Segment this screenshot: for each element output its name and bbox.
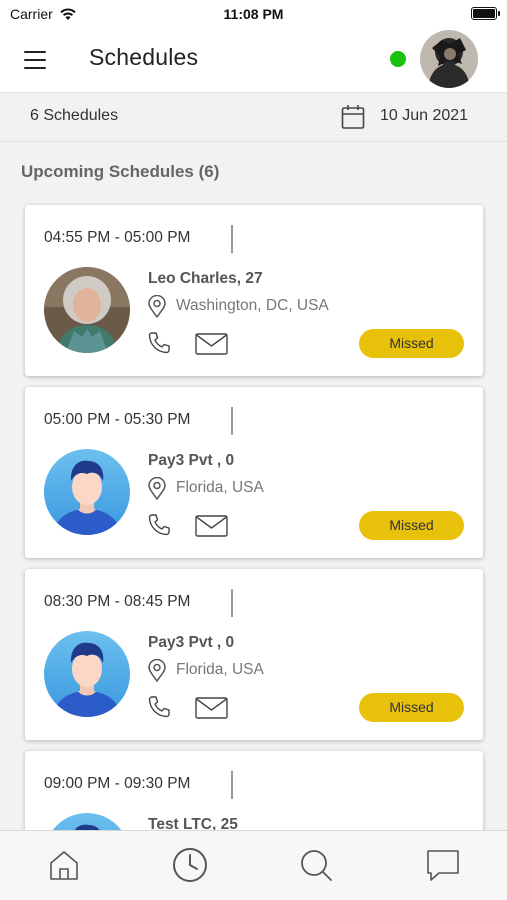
home-icon[interactable] [46, 847, 82, 883]
summary-bar: 6 Schedules 10 Jun 2021 [0, 94, 507, 142]
status-time: 11:08 PM [223, 6, 284, 22]
divider [231, 771, 233, 799]
divider [231, 407, 233, 435]
phone-icon[interactable] [147, 695, 171, 719]
user-avatar[interactable] [420, 30, 478, 88]
time-range: 05:00 PM - 05:30 PM [44, 411, 191, 428]
patient-name: Pay3 Pvt , 0 [148, 634, 235, 651]
page-title: Schedules [89, 44, 199, 70]
time-range: 09:00 PM - 09:30 PM [44, 775, 191, 792]
email-icon[interactable] [195, 515, 228, 537]
selected-date[interactable]: 10 Jun 2021 [380, 107, 468, 125]
email-icon[interactable] [195, 333, 228, 355]
battery-icon [471, 7, 500, 20]
patient-name: Pay3 Pvt , 0 [148, 452, 235, 469]
schedule-card[interactable]: 05:00 PM - 05:30 PM Pay3 Pvt , 0 Florida… [25, 387, 483, 558]
phone-icon[interactable] [147, 331, 171, 355]
time-range: 08:30 PM - 08:45 PM [44, 593, 191, 610]
patient-location: Washington, DC, USA [176, 297, 329, 314]
location-pin-icon [148, 477, 166, 501]
patient-avatar [44, 267, 130, 353]
time-range: 04:55 PM - 05:00 PM [44, 229, 191, 246]
divider [231, 225, 233, 253]
location-pin-icon [148, 295, 166, 319]
bottom-tab-bar [0, 830, 507, 900]
status-badge: Missed [359, 511, 464, 540]
search-icon[interactable] [298, 847, 334, 883]
patient-location: Florida, USA [176, 661, 264, 678]
email-icon[interactable] [195, 697, 228, 719]
patient-avatar-placeholder [44, 449, 130, 535]
patient-location: Florida, USA [176, 479, 264, 496]
status-badge: Missed [359, 693, 464, 722]
section-title: Upcoming Schedules (6) [21, 162, 220, 181]
schedule-card[interactable]: 04:55 PM - 05:00 PM Leo Charles, 27 Wash… [25, 205, 483, 376]
hamburger-menu-icon[interactable] [24, 51, 46, 70]
schedule-count: 6 Schedules [30, 107, 119, 124]
clock-icon[interactable] [172, 847, 208, 883]
phone-icon[interactable] [147, 513, 171, 537]
app-header: Schedules [0, 30, 507, 93]
divider [231, 589, 233, 617]
patient-avatar-placeholder [44, 631, 130, 717]
status-badge: Missed [359, 329, 464, 358]
chat-icon[interactable] [425, 847, 461, 883]
calendar-icon[interactable] [341, 104, 365, 130]
online-status-indicator [390, 51, 406, 67]
location-pin-icon [148, 659, 166, 683]
schedule-card[interactable]: 08:30 PM - 08:45 PM Pay3 Pvt , 0 Florida… [25, 569, 483, 740]
status-bar: Carrier 11:08 PM [0, 0, 507, 30]
patient-name: Leo Charles, 27 [148, 270, 263, 287]
